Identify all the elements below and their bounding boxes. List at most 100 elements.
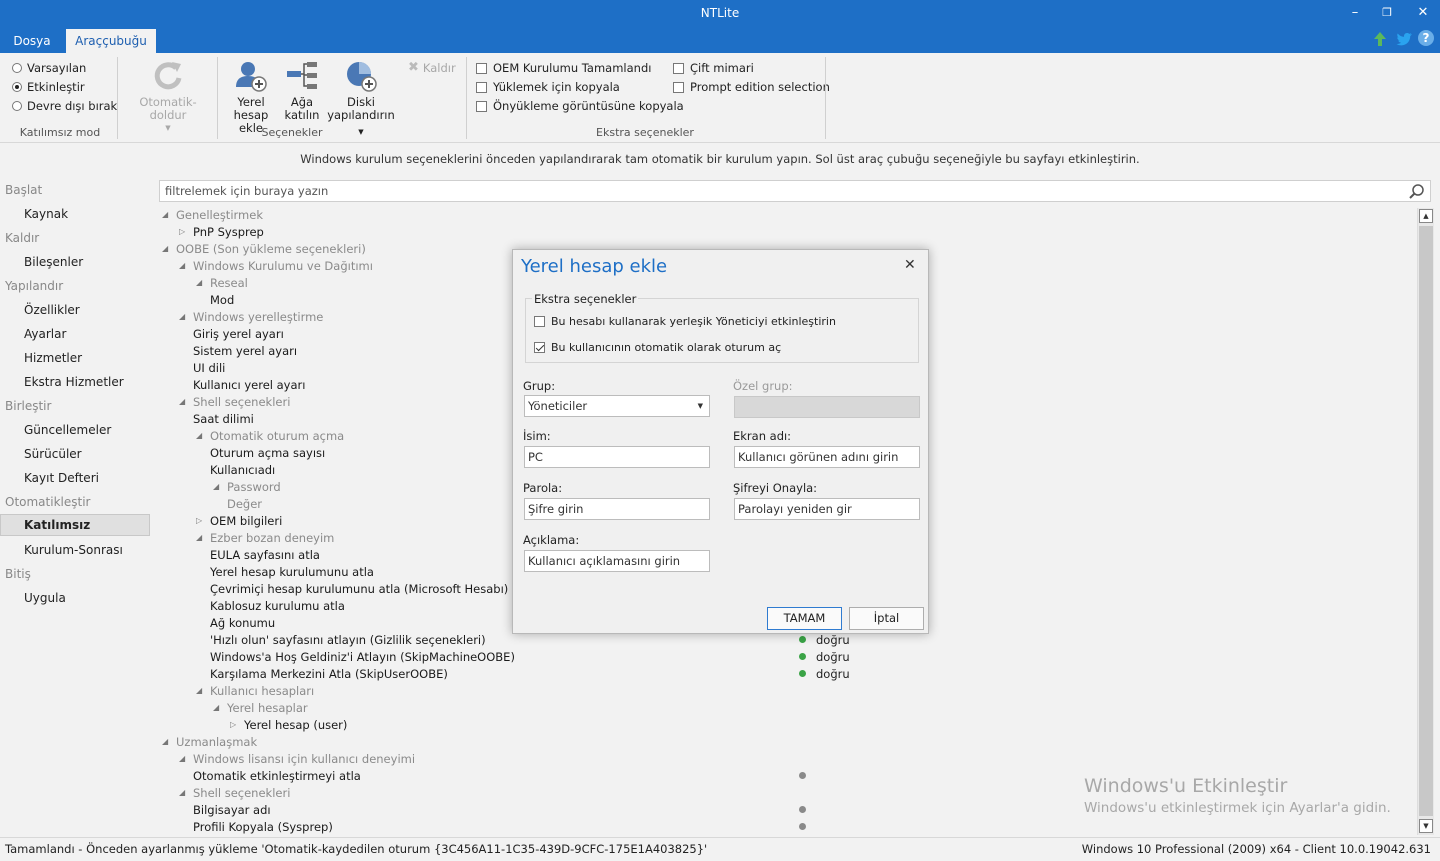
twitter-icon[interactable] [1395,31,1413,47]
tree-node[interactable]: Reseal [210,276,248,290]
tree-node[interactable]: Oturum açma sayısı [210,446,325,460]
scroll-down-button[interactable]: ▼ [1419,819,1433,833]
scroll-up-button[interactable]: ▲ [1419,209,1433,223]
collapse-arrow-icon[interactable]: ◢ [162,244,168,253]
tab-dosya[interactable]: Dosya [6,29,58,53]
collapse-arrow-icon[interactable]: ◢ [179,397,185,406]
check-prompt-edition[interactable]: Prompt edition selection [673,80,830,94]
sidebar-item-suruculer[interactable]: Sürücüler [24,447,82,461]
tree-node[interactable]: Giriş yerel ayarı [193,327,284,341]
collapse-arrow-icon[interactable]: ◢ [162,210,168,219]
radio-circle[interactable] [12,63,22,73]
sidebar-item-guncellemeler[interactable]: Güncellemeler [24,423,111,437]
up-arrow-icon[interactable] [1372,30,1388,48]
tree-node[interactable]: Windows yerelleştirme [193,310,323,324]
collapse-arrow-icon[interactable]: ◢ [179,261,185,270]
sidebar-item-kayit-defteri[interactable]: Kayıt Defteri [24,471,99,485]
tree-node[interactable]: Çevrimiçi hesap kurulumunu atla (Microso… [210,582,508,596]
remove-button[interactable]: ✖ Kaldır [408,60,456,75]
ok-button[interactable]: TAMAM [767,607,842,630]
tree-node[interactable]: Genelleştirmek [176,208,263,222]
radio-circle[interactable] [12,82,22,92]
radio-etkinlestir[interactable]: Etkinleştir [12,80,85,94]
dialog-close-icon[interactable]: ✕ [904,257,916,273]
tree-node[interactable]: Karşılama Merkezini Atla (SkipUserOOBE) [210,667,448,681]
tree-node[interactable]: EULA sayfasını atla [210,548,320,562]
checkbox[interactable] [476,62,487,74]
help-icon[interactable]: ? [1418,30,1434,46]
tree-node[interactable]: Profili Kopyala (Sysprep) [193,820,333,834]
name-input[interactable]: PC [524,446,710,468]
sidebar-item-ayarlar[interactable]: Ayarlar [24,327,66,341]
tree-node[interactable]: Ezber bozan deneyim [210,531,334,545]
enable-admin-check[interactable]: Bu hesabı kullanarak yerleşik Yöneticiyi… [534,315,836,328]
tree-node[interactable]: Kablosuz kurulumu atla [210,599,345,613]
collapse-arrow-icon[interactable]: ◢ [196,686,202,695]
checkbox[interactable] [476,81,487,93]
sidebar-item-hizmetler[interactable]: Hizmetler [24,351,82,365]
collapse-arrow-icon[interactable]: ◢ [213,703,219,712]
collapse-arrow-icon[interactable]: ◢ [196,533,202,542]
sidebar-item-bilesenler[interactable]: Bileşenler [24,255,83,269]
tree-node[interactable]: Yerel hesap kurulumunu atla [210,565,374,579]
sidebar-item-kaynak[interactable]: Kaynak [24,207,68,221]
expand-arrow-icon[interactable]: ▷ [196,516,202,525]
radio-circle[interactable] [12,101,22,111]
vertical-scrollbar[interactable]: ▲ ▼ [1417,208,1434,835]
scroll-thumb[interactable] [1419,226,1433,816]
search-icon[interactable] [1408,183,1426,201]
tree-node[interactable]: Saat dilimi [193,412,254,426]
tree-node[interactable]: Uzmanlaşmak [176,735,257,749]
tree-node[interactable]: Windows lisansı için kullanıcı deneyimi [193,752,415,766]
minimize-button[interactable]: – [1344,3,1366,23]
checkbox[interactable] [476,100,487,112]
tree-node[interactable]: 'Hızlı olun' sayfasını atlayın (Gizlilik… [210,633,486,647]
collapse-arrow-icon[interactable]: ◢ [179,788,185,797]
sidebar-item-ekstra-hizmetler[interactable]: Ekstra Hizmetler [24,375,124,389]
sidebar-item-kurulum-sonrasi[interactable]: Kurulum-Sonrası [24,543,123,557]
tree-node[interactable]: OOBE (Son yükleme seçenekleri) [176,242,366,256]
tree-node[interactable]: UI dili [193,361,225,375]
tree-node[interactable]: Password [227,480,281,494]
collapse-arrow-icon[interactable]: ◢ [179,312,185,321]
password-input[interactable]: Şifre girin [524,498,710,520]
tree-node[interactable]: Otomatik etkinleştirmeyi atla [193,769,361,783]
tree-node[interactable]: Otomatik oturum açma [210,429,344,443]
collapse-arrow-icon[interactable]: ◢ [196,278,202,287]
expand-arrow-icon[interactable]: ▷ [230,720,236,729]
tree-node[interactable]: Kullanıcıadı [210,463,275,477]
join-network-button[interactable]: Ağa katılın [282,59,322,122]
sidebar-item-katilimsiz[interactable]: Katılımsız [0,514,150,536]
tree-node[interactable]: Shell seçenekleri [193,395,290,409]
radio-varsayilan[interactable]: Varsayılan [12,61,86,75]
auto-logon-check[interactable]: Bu kullanıcının otomatik olarak oturum a… [534,341,781,354]
collapse-arrow-icon[interactable]: ◢ [196,431,202,440]
collapse-arrow-icon[interactable]: ◢ [179,754,185,763]
add-local-account-button[interactable]: Yerel hesap ekle [222,59,280,135]
tree-node[interactable]: OEM bilgileri [210,514,282,528]
tree-node[interactable]: Kullanıcı hesapları [210,684,314,698]
tree-node[interactable]: Yerel hesaplar [227,701,308,715]
tree-node[interactable]: Ağ konumu [210,616,275,630]
description-input[interactable]: Kullanıcı açıklamasını girin [524,550,710,572]
checkbox[interactable] [673,62,684,74]
cancel-button[interactable]: İptal [849,607,924,630]
confirm-password-input[interactable]: Parolayı yeniden gir [734,498,920,520]
expand-arrow-icon[interactable]: ▷ [179,227,185,236]
check-oem-complete[interactable]: OEM Kurulumu Tamamlandı [476,61,651,75]
check-dual-arch[interactable]: Çift mimari [673,61,754,75]
tree-node[interactable]: Shell seçenekleri [193,786,290,800]
collapse-arrow-icon[interactable]: ◢ [162,737,168,746]
tree-node[interactable]: Sistem yerel ayarı [193,344,297,358]
autorefresh-button[interactable]: Otomatik-doldur ▼ [122,59,214,135]
checkbox[interactable] [673,81,684,93]
tree-node[interactable]: Yerel hesap (user) [244,718,347,732]
tree-node[interactable]: Mod [210,293,234,307]
collapse-arrow-icon[interactable]: ◢ [213,482,219,491]
tree-node[interactable]: Windows'a Hoş Geldiniz'i Atlayın (SkipMa… [210,650,515,664]
close-button[interactable]: ✕ [1412,3,1434,23]
check-copy-install[interactable]: Yüklemek için kopyala [476,80,620,94]
group-select[interactable]: Yöneticiler ▼ [524,395,710,417]
checkbox[interactable] [534,316,545,327]
tab-aracubugu[interactable]: Araççubuğu [66,29,156,53]
